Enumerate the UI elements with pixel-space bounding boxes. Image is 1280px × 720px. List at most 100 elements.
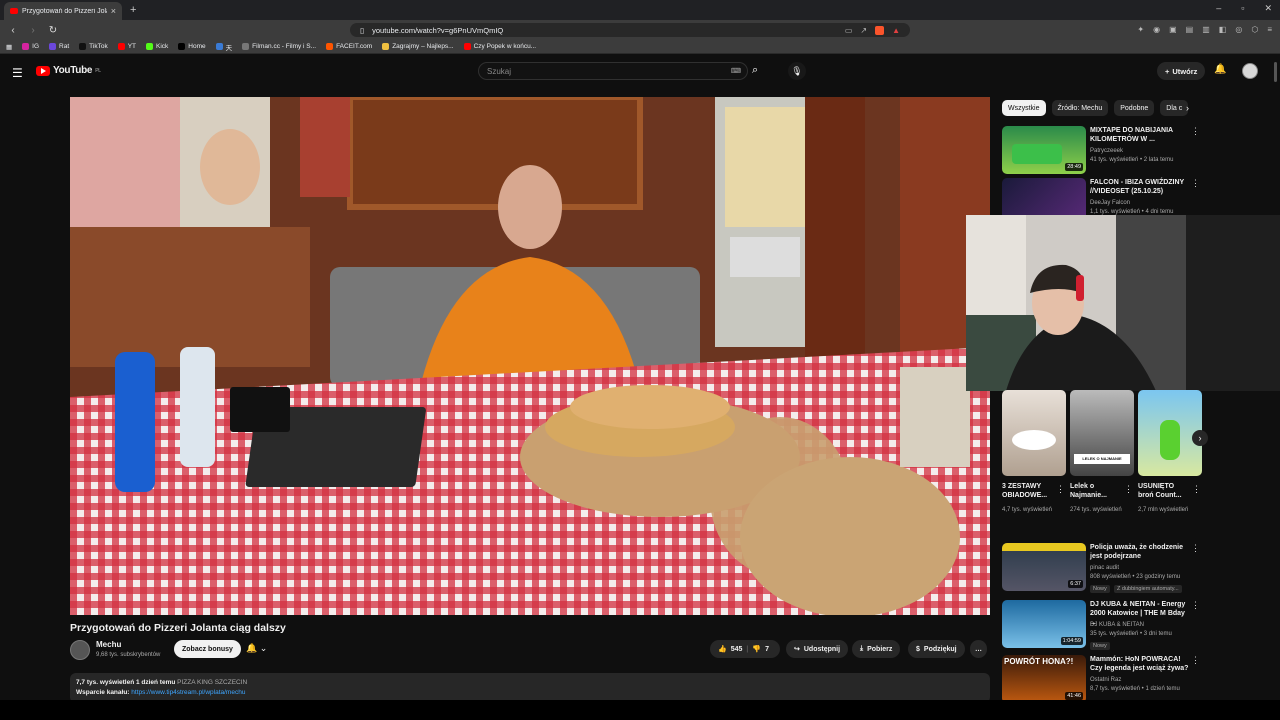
microphone-icon[interactable]: 🎙 — [788, 62, 806, 80]
download-button[interactable]: ⤓ Pobierz — [852, 640, 901, 658]
more-vertical-icon[interactable]: ⋮ — [1124, 484, 1133, 495]
video-thumbnail[interactable]: POWRÓT HONA?! 41:46 — [1002, 655, 1086, 700]
video-thumbnail[interactable]: 1:04:59 — [1002, 600, 1086, 648]
profile-icon[interactable]: ◎ — [1235, 25, 1242, 34]
new-tab-button[interactable]: + — [130, 4, 136, 16]
recommendation-item[interactable]: 6:37 Policja uważa, że chodzenie jest po… — [1002, 543, 1200, 593]
chip-all[interactable]: Wszystkie — [1002, 100, 1046, 116]
notifications-bell-icon[interactable]: 🔔 — [1214, 64, 1226, 75]
thanks-button[interactable]: $ Podziękuj — [908, 640, 965, 658]
recommendation-channel[interactable]: Patryczeeek — [1090, 148, 1123, 154]
bookmark-item[interactable]: Filman.cc - Filmy i S... — [242, 43, 316, 50]
bookmark-item[interactable]: Zagrajmy – Najleps... — [382, 43, 454, 50]
youtube-logo[interactable]: YouTube PL — [36, 65, 101, 76]
bookmark-item[interactable]: 天 — [215, 42, 232, 52]
bookmark-item[interactable]: Kick — [146, 43, 168, 50]
vpn-icon[interactable]: ⬡ — [1251, 25, 1258, 34]
puzzle-icon[interactable]: ▣ — [1169, 25, 1177, 34]
notification-settings-button[interactable]: 🔔 ⌄ — [246, 643, 267, 654]
extension-icon[interactable]: ✦ — [1137, 25, 1144, 34]
recommendation-channel[interactable]: DeeJay Falcon — [1090, 200, 1130, 206]
recommendation-item[interactable]: POWRÓT HONA?! 41:46 Mammón: HoN POWRACA!… — [1002, 655, 1198, 700]
bell-icon: 🔔 — [246, 643, 258, 653]
bookmark-item[interactable]: Rat — [49, 43, 69, 50]
bookmark-item[interactable]: YT — [117, 43, 136, 50]
recommendation-title[interactable]: FALCON - IBIZA GWIŹDZINY //VIDEOSET (25.… — [1090, 178, 1190, 196]
apps-grid-icon[interactable]: ▦ — [6, 43, 12, 51]
short-title[interactable]: USUNIĘTO broń Count... — [1138, 482, 1190, 500]
back-icon[interactable]: ‹ — [6, 25, 20, 36]
more-vertical-icon[interactable]: ⋮ — [1192, 484, 1201, 495]
chip-related[interactable]: Podobne — [1114, 100, 1155, 116]
address-bar[interactable]: ▯ youtube.com/watch?v=g6PnUVmQmIQ ▭ ↗ ▲ — [350, 23, 910, 37]
chevron-right-icon[interactable]: › — [1186, 103, 1189, 113]
more-vertical-icon[interactable]: ⋮ — [1191, 543, 1200, 554]
share-icon[interactable]: ↗ — [860, 26, 867, 35]
keyboard-icon[interactable]: ⌨ — [731, 67, 741, 75]
menu-icon[interactable]: ≡ — [1267, 25, 1272, 34]
video-thumbnail[interactable]: 6:37 — [1002, 543, 1086, 591]
dislike-count[interactable]: 7 — [765, 646, 769, 653]
bookmark-item[interactable]: TikTok — [79, 43, 108, 50]
recommendation-item[interactable]: 28:49 MIXTAPE DO NABIJANIA KILOMETRÓW W … — [1002, 126, 1200, 176]
page-scrollbar[interactable] — [1274, 62, 1278, 702]
channel-name[interactable]: Mechu — [96, 640, 121, 649]
rewards-icon[interactable]: ▲ — [892, 26, 900, 35]
chip-for-you[interactable]: Dla c — [1160, 100, 1189, 116]
support-link[interactable]: https://www.tip4stream.pl/wplata/mechu — [131, 689, 245, 696]
recommendation-item[interactable]: 1:04:59 DJ KUBA & NEITAN - Energy 2000 K… — [1002, 600, 1200, 650]
hamburger-menu-icon[interactable]: ☰ — [12, 66, 23, 80]
bookmark-item[interactable]: IG — [22, 43, 39, 50]
wallet-icon[interactable]: ◧ — [1219, 25, 1227, 34]
media-icon[interactable]: ▤ — [1186, 25, 1194, 34]
maximize-icon[interactable]: ▫ — [1241, 3, 1244, 14]
sound-icon[interactable]: ◉ — [1153, 25, 1160, 34]
channel-avatar[interactable] — [70, 640, 90, 660]
search-input[interactable]: Szukaj ⌨ — [478, 62, 748, 80]
thumbs-up-icon[interactable]: 👍 — [718, 645, 727, 653]
more-vertical-icon[interactable]: ⋮ — [1191, 600, 1200, 611]
bookmark-item[interactable]: FACEIT.com — [326, 43, 372, 50]
close-tab-icon[interactable]: × — [111, 6, 116, 16]
bookmark-icon: ▯ — [360, 25, 365, 35]
more-vertical-icon[interactable]: ⋮ — [1191, 126, 1200, 137]
search-icon[interactable]: ⌕ — [752, 64, 758, 77]
shorts-next-icon[interactable]: › — [1192, 430, 1208, 446]
bookmark-item[interactable]: Home — [178, 43, 206, 50]
reload-icon[interactable]: ↻ — [46, 25, 60, 36]
sidebar-icon[interactable]: ▥ — [1202, 25, 1210, 34]
video-player[interactable] — [70, 97, 990, 615]
bonus-button[interactable]: Zobacz bonusy — [174, 640, 241, 658]
recommendation-title[interactable]: Policja uważa, że chodzenie jest podejrz… — [1090, 543, 1190, 561]
recommendation-channel[interactable]: Ostatni Raz — [1090, 677, 1121, 683]
short-thumbnail[interactable]: LELEK O NAJMANIE — [1070, 390, 1134, 476]
recommendation-title[interactable]: Mammón: HoN POWRACA! Czy legenda jest wc… — [1090, 655, 1190, 673]
bookmark-item[interactable]: Czy Popek w końcu... — [463, 43, 536, 50]
more-actions-button[interactable]: … — [970, 640, 987, 658]
duration-badge: 1:04:59 — [1060, 637, 1083, 645]
recommendation-channel[interactable]: DJ KUBA & NEITAN — [1090, 622, 1144, 628]
browser-tab[interactable]: Przygotowań do Pizzeri Jolan... × — [4, 2, 122, 20]
recommendation-title[interactable]: MIXTAPE DO NABIJANIA KILOMETRÓW W ... — [1090, 126, 1190, 144]
more-vertical-icon[interactable]: ⋮ — [1191, 655, 1198, 666]
short-title[interactable]: Lelek o Najmanie... — [1070, 482, 1122, 500]
account-avatar[interactable] — [1242, 63, 1258, 79]
thumb-caption: POWRÓT HONA?! — [1004, 657, 1074, 666]
short-title[interactable]: 3 ZESTAWY OBIADOWE... — [1002, 482, 1054, 500]
minimize-icon[interactable]: – — [1216, 3, 1221, 14]
close-window-icon[interactable]: ✕ — [1264, 3, 1272, 14]
description-box[interactable]: 7,7 tys. wyświetleń 1 dzień temu PIZZA K… — [70, 673, 990, 703]
share-button[interactable]: ↪ Udostępnij — [786, 640, 849, 658]
screen-icon[interactable]: ▭ — [845, 26, 853, 35]
video-thumbnail[interactable]: 28:49 — [1002, 126, 1086, 174]
create-button[interactable]: + Utwórz — [1157, 62, 1206, 80]
chip-from-channel[interactable]: Źródło: Mechu — [1051, 100, 1109, 116]
more-vertical-icon[interactable]: ⋮ — [1191, 178, 1200, 189]
like-count[interactable]: 545 — [731, 646, 743, 653]
short-thumbnail[interactable] — [1002, 390, 1066, 476]
thumbs-down-icon[interactable]: 👎 — [752, 645, 761, 653]
recommendation-channel[interactable]: pinac audit — [1090, 565, 1119, 571]
brave-shield-icon[interactable] — [875, 25, 885, 35]
more-vertical-icon[interactable]: ⋮ — [1056, 484, 1065, 495]
forward-icon[interactable]: › — [26, 25, 40, 36]
